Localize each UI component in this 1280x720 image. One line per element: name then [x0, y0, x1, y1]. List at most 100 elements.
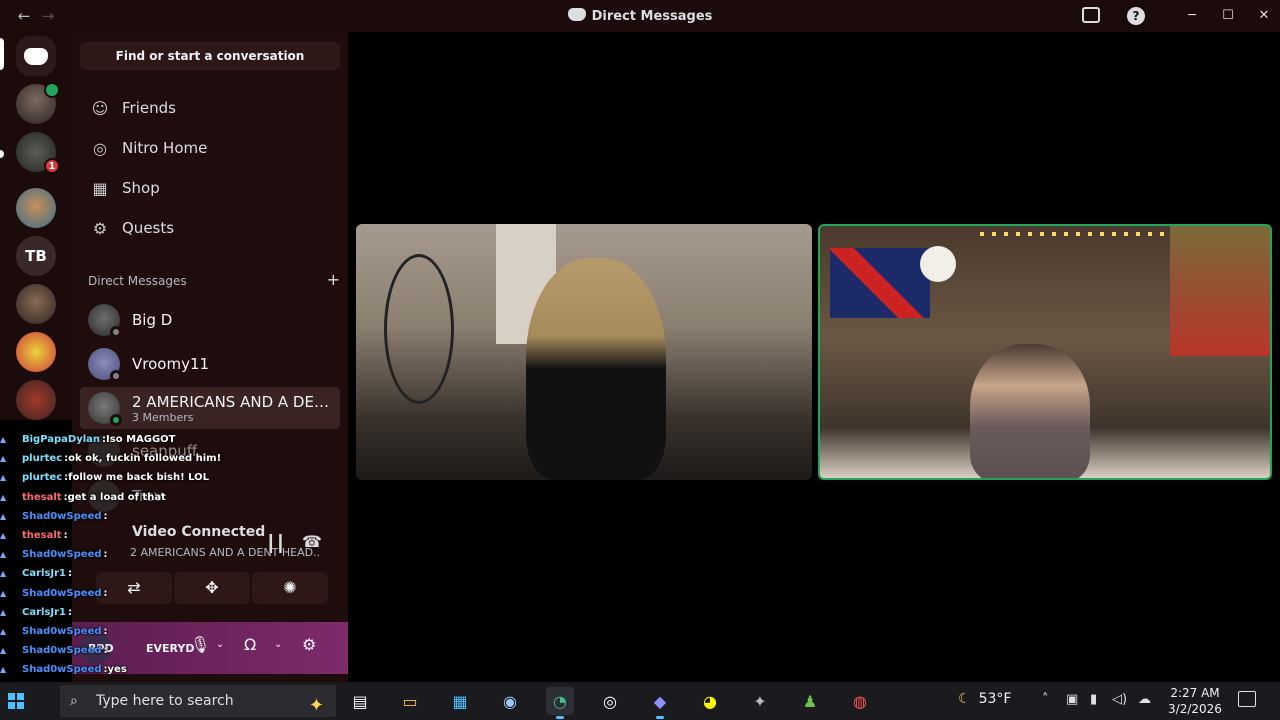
audio-options-chevron-icon[interactable]: ⌄: [274, 639, 282, 650]
chat-badge-icon: ▲: [0, 588, 7, 598]
chat-separator: :: [68, 606, 73, 618]
weather-widget[interactable]: ☾ 53°F: [958, 691, 1011, 707]
nav-nitro-label: Nitro Home: [122, 139, 208, 157]
chat-separator: :: [103, 549, 108, 561]
chat-username: Shad0wSpeed: [22, 549, 102, 561]
chat-separator: :: [63, 530, 68, 542]
search-placeholder: Type here to search: [96, 693, 234, 709]
taskbar-clock[interactable]: 2:27 AM 3/2/2026: [1160, 685, 1230, 717]
string-lights-shape: [980, 232, 1180, 236]
windows-taskbar: ⌕ Type here to search ✦ ▤ ▭ ▦ ◉ ◔ ◎ ◆ ◕ …: [0, 682, 1280, 720]
edge-icon[interactable]: ◔: [546, 687, 574, 719]
onedrive-cloud-icon[interactable]: ☁: [1138, 692, 1151, 707]
chat-badge-icon: ▲: [0, 646, 7, 656]
server-icon-tb[interactable]: TB: [16, 236, 56, 276]
nav-friends-label: Friends: [122, 99, 176, 117]
chat-username: Shad0wSpeed: [22, 510, 102, 522]
create-dm-button[interactable]: +: [327, 272, 340, 288]
volume-icon[interactable]: ◁): [1112, 692, 1127, 707]
voice-badge: [44, 82, 60, 98]
chat-message: ▲ BigPapaDylan: Iso MAGGOT: [0, 430, 260, 449]
dm-item-active[interactable]: 2 AMERICANS AND A DEN... 3 Members: [80, 387, 340, 429]
person-figure: [526, 258, 666, 480]
weather-temp: 53°F: [978, 691, 1012, 707]
status-offline-icon: [110, 370, 122, 382]
chat-badge-icon: ▲: [0, 492, 7, 502]
unread-pill: [0, 150, 4, 158]
moon-icon: ☾: [958, 691, 971, 707]
stream-chat-overlay: ▲ BigPapaDylan: Iso MAGGOT ▲ plurtec: ok ok…: [0, 430, 260, 718]
chat-badge-icon: ▲: [0, 473, 7, 483]
server-icon-5[interactable]: [16, 284, 56, 324]
taskbar-search-input[interactable]: ⌕ Type here to search ✦: [60, 685, 336, 717]
nav-nitro-home[interactable]: ◎ Nitro Home: [80, 130, 340, 166]
app-icon-10[interactable]: ♟: [796, 687, 824, 715]
chat-message: ▲ CarlsJr1:: [0, 603, 260, 622]
server-icon-3[interactable]: [16, 188, 56, 228]
server-icon-6[interactable]: [16, 332, 56, 372]
chat-text: Iso MAGGOT: [106, 434, 176, 446]
help-icon[interactable]: ?: [1127, 7, 1145, 25]
noise-suppression-icon[interactable]: ┃┃: [266, 534, 285, 553]
chat-message: ▲ CarlsJr1:: [0, 564, 260, 583]
dm-item[interactable]: Big D: [80, 299, 340, 341]
clock-date: 3/2/2026: [1168, 702, 1222, 716]
clock-time: 2:27 AM: [1170, 686, 1220, 700]
chat-username: Shad0wSpeed: [22, 664, 102, 676]
snapchat-icon[interactable]: ◕: [696, 687, 724, 715]
tray-device-icon[interactable]: ▣: [1066, 692, 1078, 707]
chat-badge-icon: ▲: [0, 607, 7, 617]
video-tile-participant-2-speaking[interactable]: [818, 224, 1272, 480]
server-rail: 1 TB: [0, 32, 72, 420]
maximize-button[interactable]: ☐: [1218, 6, 1238, 26]
chat-message: ▲ Shad0wSpeed:: [0, 507, 260, 526]
chat-text: follow me back bish! LOL: [68, 472, 210, 484]
nav-quests[interactable]: ⚙ Quests: [80, 210, 340, 246]
call-area: [348, 32, 1280, 688]
video-tile-participant-1[interactable]: [356, 224, 812, 480]
chat-message: ▲ plurtec: ok ok, fuckin followed him!: [0, 449, 260, 468]
app-icon-9[interactable]: ✦: [746, 687, 774, 715]
chat-badge-icon: ▲: [0, 550, 7, 560]
steam-icon[interactable]: ◉: [496, 687, 524, 715]
tray-usb-icon[interactable]: ▮: [1090, 692, 1097, 707]
search-highlight-icon: ✦: [308, 695, 324, 716]
minimize-button[interactable]: ─: [1182, 6, 1202, 26]
find-conversation-button[interactable]: Find or start a conversation: [80, 42, 340, 70]
dm-name: Big D: [132, 311, 173, 329]
discord-home-icon: [24, 47, 48, 65]
task-view-icon[interactable]: ▤: [346, 687, 374, 715]
inbox-icon[interactable]: [1082, 7, 1100, 23]
nav-shop[interactable]: ▦ Shop: [80, 170, 340, 206]
windows-start-icon[interactable]: [8, 693, 24, 709]
nav-friends[interactable]: ☺ Friends: [80, 90, 340, 126]
chat-message: ▲ thesalt:: [0, 526, 260, 545]
dm-item[interactable]: Vroomy11: [80, 343, 340, 385]
chat-username: CarlsJr1: [22, 568, 67, 580]
soundboard-button[interactable]: ✺: [252, 572, 328, 604]
chat-separator: :: [103, 645, 108, 657]
server-icon-2[interactable]: 1: [16, 132, 60, 174]
file-explorer-icon[interactable]: ▭: [396, 687, 424, 715]
soundboard-icon: ✺: [283, 578, 297, 597]
obs-icon[interactable]: ◎: [596, 687, 624, 715]
microsoft-store-icon[interactable]: ▦: [446, 687, 474, 715]
window-title-text: Direct Messages: [591, 9, 713, 24]
lamp-shape: [920, 246, 956, 282]
discord-taskbar-icon[interactable]: ◆: [646, 687, 674, 719]
server-icon-7[interactable]: [16, 380, 56, 420]
home-button[interactable]: [16, 36, 56, 76]
chat-text: get a load of that: [67, 491, 166, 503]
tray-chevron-icon[interactable]: ˄: [1042, 692, 1049, 707]
notification-icon[interactable]: [1238, 691, 1256, 707]
status-offline-icon: [110, 326, 122, 338]
chat-username: Shad0wSpeed: [22, 645, 102, 657]
flag-shape: [830, 248, 930, 318]
settings-gear-icon[interactable]: ⚙: [302, 635, 316, 654]
chat-message: ▲ Shad0wSpeed:: [0, 545, 260, 564]
disconnect-icon[interactable]: ☎: [302, 532, 322, 551]
server-icon-1[interactable]: [16, 82, 60, 124]
close-button[interactable]: ✕: [1254, 6, 1274, 26]
app-icon-11[interactable]: ◍: [846, 687, 874, 715]
title-bar: ← → Direct Messages ? ─ ☐ ✕: [0, 0, 1280, 32]
